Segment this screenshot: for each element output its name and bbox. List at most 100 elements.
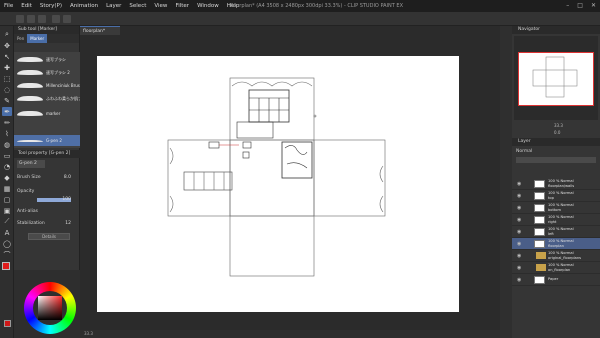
layer-name[interactable]: bottom <box>548 208 574 213</box>
brush-item[interactable]: marker <box>14 108 80 119</box>
layer-folder-row[interactable]: ◉ 100 % Normal original_floorplans <box>512 250 600 262</box>
eye-icon[interactable]: ◉ <box>517 265 521 271</box>
layer-name[interactable]: original_floorplans <box>548 256 581 261</box>
color-wheel[interactable] <box>24 282 76 334</box>
maximize-button[interactable]: □ <box>577 0 583 12</box>
eye-icon[interactable]: ◉ <box>517 217 521 223</box>
brush-list: 速写ブラシ 速写ブラシ 2 Millenciniuk Brush ふわふわ柔らか… <box>14 52 90 148</box>
eye-icon[interactable]: ◉ <box>517 241 521 247</box>
document-tab[interactable]: floorplan* <box>80 26 120 35</box>
layer-folder-row[interactable]: ◉ 100 % Normal on_floorplan <box>512 262 600 274</box>
navigator-rotate-value[interactable]: 0.0 <box>554 129 560 136</box>
correct-line-icon[interactable]: ⌒ <box>2 250 12 259</box>
layer-row-selected[interactable]: ◉ 100 % Normal floorplan <box>512 238 600 250</box>
brush-item[interactable]: Millenciniuk Brush <box>14 80 82 91</box>
eye-icon[interactable]: ◉ <box>517 193 521 199</box>
tab-marker[interactable]: Marker <box>27 34 48 43</box>
brush-size-row[interactable]: Brush Size 8.0 <box>17 174 77 182</box>
right-dock-strip <box>500 26 512 338</box>
pen-icon[interactable]: ✒ <box>2 107 12 116</box>
brush-size-value[interactable]: 8.0 <box>64 174 71 182</box>
details-button[interactable]: Details <box>28 233 70 240</box>
layer-name[interactable]: top <box>548 196 574 201</box>
move-layer-icon[interactable]: ✚ <box>2 63 12 72</box>
eye-icon[interactable]: ◉ <box>517 253 521 259</box>
gradient-icon[interactable]: ▦ <box>2 184 12 193</box>
layer-name[interactable]: left <box>548 232 574 237</box>
navigator-zoom-value[interactable]: 33.3 <box>554 122 563 129</box>
menu-layer[interactable]: Layer <box>102 0 125 12</box>
blend-icon[interactable]: ◔ <box>2 162 12 171</box>
layer-row[interactable]: ◉ 100 % Normal left <box>512 226 600 238</box>
layer-row[interactable]: ◉ 100 % Normal bottom <box>512 202 600 214</box>
layer-name[interactable]: right <box>548 220 574 225</box>
eyedropper-icon[interactable]: ✎ <box>2 96 12 105</box>
pencil-icon[interactable]: ✏ <box>2 118 12 127</box>
ruler-icon[interactable]: ⟋ <box>2 217 12 226</box>
menu-edit[interactable]: Edit <box>17 0 36 12</box>
menu-view[interactable]: View <box>150 0 171 12</box>
zoom-icon[interactable]: ⌕ <box>2 30 12 39</box>
layer-row[interactable]: ◉ 100 % Normal floorplan/walls <box>512 178 600 190</box>
antialias-row[interactable]: Anti-alias <box>17 208 77 216</box>
operation-icon[interactable]: ↖ <box>2 52 12 61</box>
selection-icon[interactable]: ⬚ <box>2 74 12 83</box>
navigator-rotate-row[interactable]: 0.0 <box>514 129 598 136</box>
text-icon[interactable]: A <box>2 228 12 237</box>
eye-icon[interactable]: ◉ <box>517 277 521 283</box>
brush-icon[interactable]: ⌇ <box>2 129 12 138</box>
move-icon[interactable]: ✥ <box>2 41 12 50</box>
menu-story[interactable]: Story(P) <box>36 0 66 12</box>
stabilization-value[interactable]: 12 <box>65 220 71 228</box>
frame-icon[interactable]: ▣ <box>2 206 12 215</box>
opacity-slider[interactable] <box>516 157 596 163</box>
paper-layer-row[interactable]: ◉ Paper <box>512 274 600 286</box>
layer-name[interactable]: on_floorplan <box>548 268 574 273</box>
brush-item[interactable]: ふわふわ柔らか肌ブラシ <box>14 93 90 104</box>
sub-color-swatch[interactable] <box>4 320 11 327</box>
balloon-icon[interactable]: ◯ <box>2 239 12 248</box>
layer-row[interactable]: ◉ 100 % Normal right <box>512 214 600 226</box>
stabilization-row[interactable]: Stabilization 12 <box>17 220 77 228</box>
menu-filter[interactable]: Filter <box>171 0 193 12</box>
airbrush-icon[interactable]: ◍ <box>2 140 12 149</box>
layer-name[interactable]: Paper <box>548 277 558 282</box>
layer-name[interactable]: floorplan/walls <box>548 184 574 189</box>
navigator-zoom-row[interactable]: 33.3 <box>514 122 598 129</box>
brush-item-selected[interactable]: G-pen 2 <box>14 135 80 146</box>
tab-pen[interactable]: Pen <box>14 34 27 43</box>
menu-animation[interactable]: Animation <box>66 0 102 12</box>
window-controls: – □ ✕ <box>566 0 596 12</box>
redo-icon[interactable] <box>63 15 71 23</box>
open-file-icon[interactable] <box>27 15 35 23</box>
minimize-button[interactable]: – <box>566 0 569 12</box>
eye-icon[interactable]: ◉ <box>517 181 521 187</box>
fill-icon[interactable]: ◆ <box>2 173 12 182</box>
zoom-readout[interactable]: 33.3 <box>84 331 93 336</box>
navigator-preview[interactable] <box>518 52 594 106</box>
lasso-icon[interactable]: ◌ <box>2 85 12 94</box>
close-button[interactable]: ✕ <box>591 0 596 12</box>
opacity-row[interactable]: Opacity <box>17 188 77 196</box>
layer-row[interactable]: ◉ 100 % Normal top <box>512 190 600 202</box>
layer-name[interactable]: floorplan <box>548 244 574 249</box>
undo-icon[interactable] <box>52 15 60 23</box>
navigator-view[interactable] <box>514 36 598 120</box>
save-icon[interactable] <box>38 15 46 23</box>
brush-item[interactable]: 速写ブラシ 2 <box>14 67 80 78</box>
blend-mode-select[interactable]: Normal <box>516 148 596 156</box>
canvas-paper[interactable] <box>97 56 459 312</box>
eye-icon[interactable]: ◉ <box>517 229 521 235</box>
menu-file[interactable]: File <box>0 0 17 12</box>
figure-icon[interactable]: ▢ <box>2 195 12 204</box>
saturation-value-square[interactable] <box>38 296 62 320</box>
main-color-swatch[interactable] <box>2 262 10 270</box>
opacity-slider[interactable]: 100 <box>17 196 77 204</box>
eye-icon[interactable]: ◉ <box>517 205 521 211</box>
new-file-icon[interactable] <box>16 15 24 23</box>
tool-name-field[interactable]: G-pen 2 <box>17 160 45 168</box>
brush-item[interactable]: 速写ブラシ <box>14 54 80 65</box>
eraser-icon[interactable]: ▭ <box>2 151 12 160</box>
menu-select[interactable]: Select <box>125 0 150 12</box>
menu-window[interactable]: Window <box>193 0 223 12</box>
